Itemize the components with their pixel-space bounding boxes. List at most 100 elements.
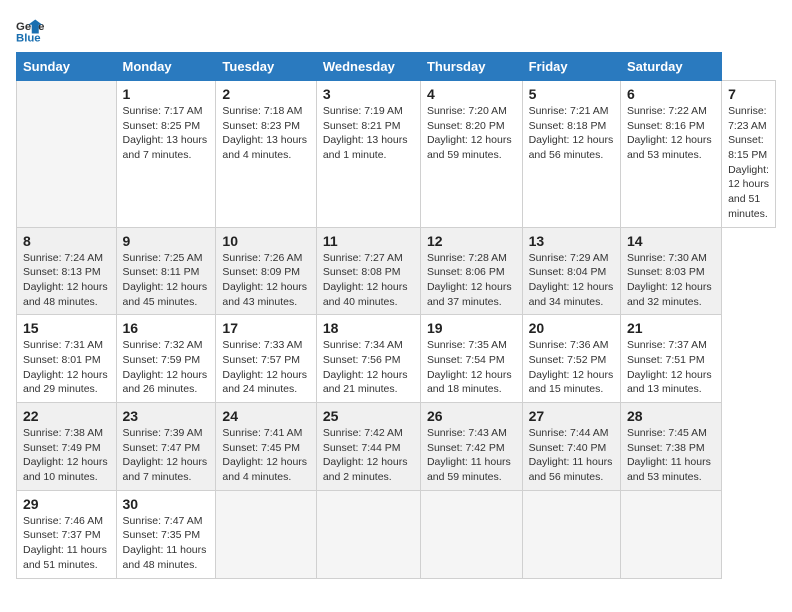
day-info: Sunrise: 7:37 AM Sunset: 7:51 PM Dayligh… — [627, 338, 715, 397]
day-info: Sunrise: 7:39 AM Sunset: 7:47 PM Dayligh… — [123, 426, 210, 485]
day-number: 30 — [123, 496, 210, 512]
calendar-day-cell: 1 Sunrise: 7:17 AM Sunset: 8:25 PM Dayli… — [116, 81, 216, 228]
calendar-day-cell — [17, 81, 117, 228]
day-info: Sunrise: 7:38 AM Sunset: 7:49 PM Dayligh… — [23, 426, 110, 485]
logo: General Blue — [16, 16, 44, 44]
calendar-week-row: 8 Sunrise: 7:24 AM Sunset: 8:13 PM Dayli… — [17, 227, 776, 315]
day-number: 10 — [222, 233, 309, 249]
calendar-day-cell: 8 Sunrise: 7:24 AM Sunset: 8:13 PM Dayli… — [17, 227, 117, 315]
day-number: 4 — [427, 86, 516, 102]
day-info: Sunrise: 7:23 AM Sunset: 8:15 PM Dayligh… — [728, 104, 769, 222]
calendar-day-cell: 9 Sunrise: 7:25 AM Sunset: 8:11 PM Dayli… — [116, 227, 216, 315]
calendar-day-cell: 10 Sunrise: 7:26 AM Sunset: 8:09 PM Dayl… — [216, 227, 316, 315]
day-info: Sunrise: 7:25 AM Sunset: 8:11 PM Dayligh… — [123, 251, 210, 310]
calendar-day-cell: 20 Sunrise: 7:36 AM Sunset: 7:52 PM Dayl… — [522, 315, 620, 403]
day-number: 5 — [529, 86, 614, 102]
day-info: Sunrise: 7:42 AM Sunset: 7:44 PM Dayligh… — [323, 426, 414, 485]
day-number: 14 — [627, 233, 715, 249]
calendar-table: SundayMondayTuesdayWednesdayThursdayFrid… — [16, 52, 776, 579]
day-info: Sunrise: 7:22 AM Sunset: 8:16 PM Dayligh… — [627, 104, 715, 163]
weekday-header-friday: Friday — [522, 53, 620, 81]
day-number: 11 — [323, 233, 414, 249]
day-number: 20 — [529, 320, 614, 336]
svg-text:General: General — [16, 21, 44, 33]
weekday-header-row: SundayMondayTuesdayWednesdayThursdayFrid… — [17, 53, 776, 81]
day-number: 3 — [323, 86, 414, 102]
day-number: 25 — [323, 408, 414, 424]
day-number: 8 — [23, 233, 110, 249]
day-number: 1 — [123, 86, 210, 102]
weekday-header-wednesday: Wednesday — [316, 53, 420, 81]
day-number: 13 — [529, 233, 614, 249]
day-info: Sunrise: 7:44 AM Sunset: 7:40 PM Dayligh… — [529, 426, 614, 485]
day-info: Sunrise: 7:24 AM Sunset: 8:13 PM Dayligh… — [23, 251, 110, 310]
weekday-header-monday: Monday — [116, 53, 216, 81]
day-info: Sunrise: 7:32 AM Sunset: 7:59 PM Dayligh… — [123, 338, 210, 397]
day-number: 9 — [123, 233, 210, 249]
day-number: 6 — [627, 86, 715, 102]
day-info: Sunrise: 7:36 AM Sunset: 7:52 PM Dayligh… — [529, 338, 614, 397]
day-number: 21 — [627, 320, 715, 336]
day-info: Sunrise: 7:46 AM Sunset: 7:37 PM Dayligh… — [23, 514, 110, 573]
day-number: 17 — [222, 320, 309, 336]
calendar-day-cell: 13 Sunrise: 7:29 AM Sunset: 8:04 PM Dayl… — [522, 227, 620, 315]
calendar-day-cell: 15 Sunrise: 7:31 AM Sunset: 8:01 PM Dayl… — [17, 315, 117, 403]
calendar-day-cell: 27 Sunrise: 7:44 AM Sunset: 7:40 PM Dayl… — [522, 403, 620, 491]
calendar-day-cell: 28 Sunrise: 7:45 AM Sunset: 7:38 PM Dayl… — [620, 403, 721, 491]
calendar-day-cell — [216, 490, 316, 578]
calendar-day-cell: 30 Sunrise: 7:47 AM Sunset: 7:35 PM Dayl… — [116, 490, 216, 578]
day-number: 28 — [627, 408, 715, 424]
calendar-day-cell: 25 Sunrise: 7:42 AM Sunset: 7:44 PM Dayl… — [316, 403, 420, 491]
logo-icon: General Blue — [16, 16, 44, 44]
day-number: 19 — [427, 320, 516, 336]
day-info: Sunrise: 7:29 AM Sunset: 8:04 PM Dayligh… — [529, 251, 614, 310]
calendar-day-cell: 22 Sunrise: 7:38 AM Sunset: 7:49 PM Dayl… — [17, 403, 117, 491]
calendar-day-cell — [420, 490, 522, 578]
calendar-day-cell — [316, 490, 420, 578]
day-number: 2 — [222, 86, 309, 102]
calendar-day-cell — [522, 490, 620, 578]
day-info: Sunrise: 7:21 AM Sunset: 8:18 PM Dayligh… — [529, 104, 614, 163]
calendar-day-cell: 2 Sunrise: 7:18 AM Sunset: 8:23 PM Dayli… — [216, 81, 316, 228]
day-info: Sunrise: 7:26 AM Sunset: 8:09 PM Dayligh… — [222, 251, 309, 310]
calendar-day-cell: 18 Sunrise: 7:34 AM Sunset: 7:56 PM Dayl… — [316, 315, 420, 403]
day-number: 27 — [529, 408, 614, 424]
day-number: 26 — [427, 408, 516, 424]
day-info: Sunrise: 7:17 AM Sunset: 8:25 PM Dayligh… — [123, 104, 210, 163]
day-info: Sunrise: 7:27 AM Sunset: 8:08 PM Dayligh… — [323, 251, 414, 310]
weekday-header-tuesday: Tuesday — [216, 53, 316, 81]
weekday-header-thursday: Thursday — [420, 53, 522, 81]
calendar-day-cell: 11 Sunrise: 7:27 AM Sunset: 8:08 PM Dayl… — [316, 227, 420, 315]
calendar-day-cell: 29 Sunrise: 7:46 AM Sunset: 7:37 PM Dayl… — [17, 490, 117, 578]
day-info: Sunrise: 7:18 AM Sunset: 8:23 PM Dayligh… — [222, 104, 309, 163]
calendar-day-cell: 26 Sunrise: 7:43 AM Sunset: 7:42 PM Dayl… — [420, 403, 522, 491]
page-header: General Blue — [16, 16, 776, 44]
day-number: 29 — [23, 496, 110, 512]
day-number: 16 — [123, 320, 210, 336]
day-info: Sunrise: 7:31 AM Sunset: 8:01 PM Dayligh… — [23, 338, 110, 397]
calendar-day-cell: 12 Sunrise: 7:28 AM Sunset: 8:06 PM Dayl… — [420, 227, 522, 315]
calendar-day-cell — [620, 490, 721, 578]
calendar-day-cell: 3 Sunrise: 7:19 AM Sunset: 8:21 PM Dayli… — [316, 81, 420, 228]
day-number: 15 — [23, 320, 110, 336]
calendar-day-cell: 16 Sunrise: 7:32 AM Sunset: 7:59 PM Dayl… — [116, 315, 216, 403]
calendar-day-cell: 24 Sunrise: 7:41 AM Sunset: 7:45 PM Dayl… — [216, 403, 316, 491]
day-info: Sunrise: 7:47 AM Sunset: 7:35 PM Dayligh… — [123, 514, 210, 573]
day-number: 24 — [222, 408, 309, 424]
calendar-day-cell: 17 Sunrise: 7:33 AM Sunset: 7:57 PM Dayl… — [216, 315, 316, 403]
day-number: 22 — [23, 408, 110, 424]
day-number: 7 — [728, 86, 769, 102]
calendar-week-row: 29 Sunrise: 7:46 AM Sunset: 7:37 PM Dayl… — [17, 490, 776, 578]
calendar-day-cell: 23 Sunrise: 7:39 AM Sunset: 7:47 PM Dayl… — [116, 403, 216, 491]
day-info: Sunrise: 7:28 AM Sunset: 8:06 PM Dayligh… — [427, 251, 516, 310]
day-number: 12 — [427, 233, 516, 249]
calendar-week-row: 15 Sunrise: 7:31 AM Sunset: 8:01 PM Dayl… — [17, 315, 776, 403]
day-info: Sunrise: 7:34 AM Sunset: 7:56 PM Dayligh… — [323, 338, 414, 397]
calendar-day-cell: 5 Sunrise: 7:21 AM Sunset: 8:18 PM Dayli… — [522, 81, 620, 228]
day-info: Sunrise: 7:33 AM Sunset: 7:57 PM Dayligh… — [222, 338, 309, 397]
day-number: 18 — [323, 320, 414, 336]
calendar-day-cell: 14 Sunrise: 7:30 AM Sunset: 8:03 PM Dayl… — [620, 227, 721, 315]
day-info: Sunrise: 7:20 AM Sunset: 8:20 PM Dayligh… — [427, 104, 516, 163]
weekday-header-saturday: Saturday — [620, 53, 721, 81]
day-info: Sunrise: 7:45 AM Sunset: 7:38 PM Dayligh… — [627, 426, 715, 485]
